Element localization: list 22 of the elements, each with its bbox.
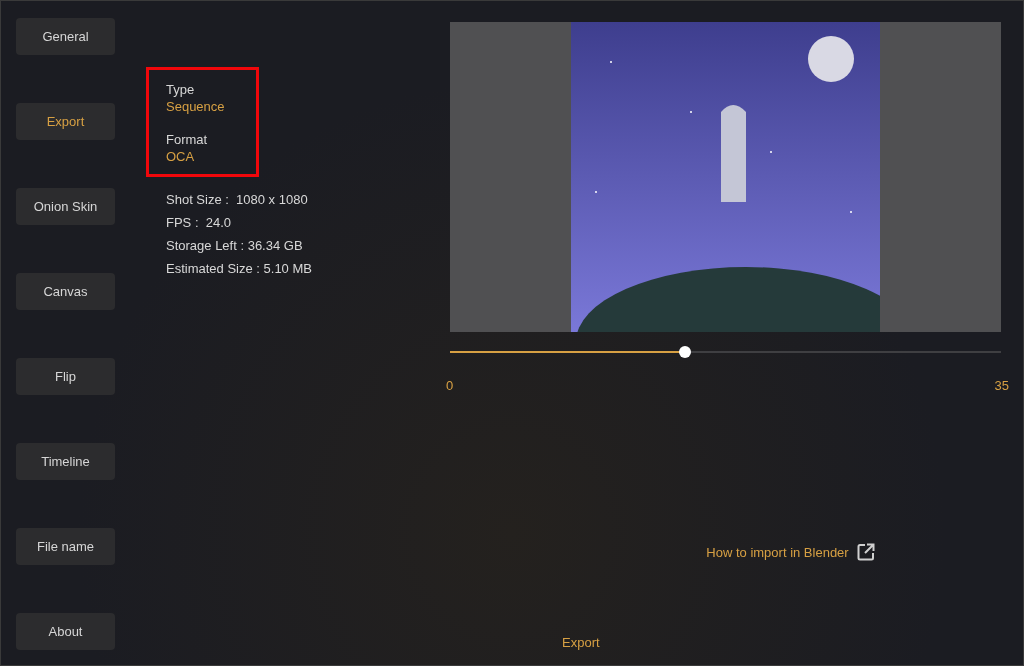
sidebar-item[interactable]: Timeline [16,443,115,480]
info-text: FPS : 24.0 [166,215,233,230]
info-text: Storage Left : 36.34 GB [166,238,304,253]
sidebar-item[interactable]: Canvas [16,273,115,310]
max-label: 35 [994,378,1009,393]
option-label: Format [166,132,209,147]
option-value[interactable]: Sequence [166,99,256,114]
option-label: Type [166,82,196,97]
sidebar-item[interactable]: Onion Skin [16,188,115,225]
min-label: 0 [446,378,454,393]
option-value[interactable]: OCA [166,149,256,164]
info-text: Shot Size : 1080 x 1080 [166,192,309,207]
sidebar-item[interactable]: General [16,18,115,55]
sidebar-item[interactable]: Export [16,103,115,140]
sidebar-item[interactable]: File name [16,528,115,565]
external-link-icon[interactable] [856,543,875,561]
info-text: Estimated Size : 5.10 MB [166,261,313,276]
sidebar-item[interactable]: About [16,613,115,650]
sidebar-item[interactable]: Flip [16,358,115,395]
slider-thumb[interactable] [679,346,692,358]
export-button[interactable]: Export [562,635,600,650]
help-link[interactable]: How to import in Blender [706,544,849,560]
